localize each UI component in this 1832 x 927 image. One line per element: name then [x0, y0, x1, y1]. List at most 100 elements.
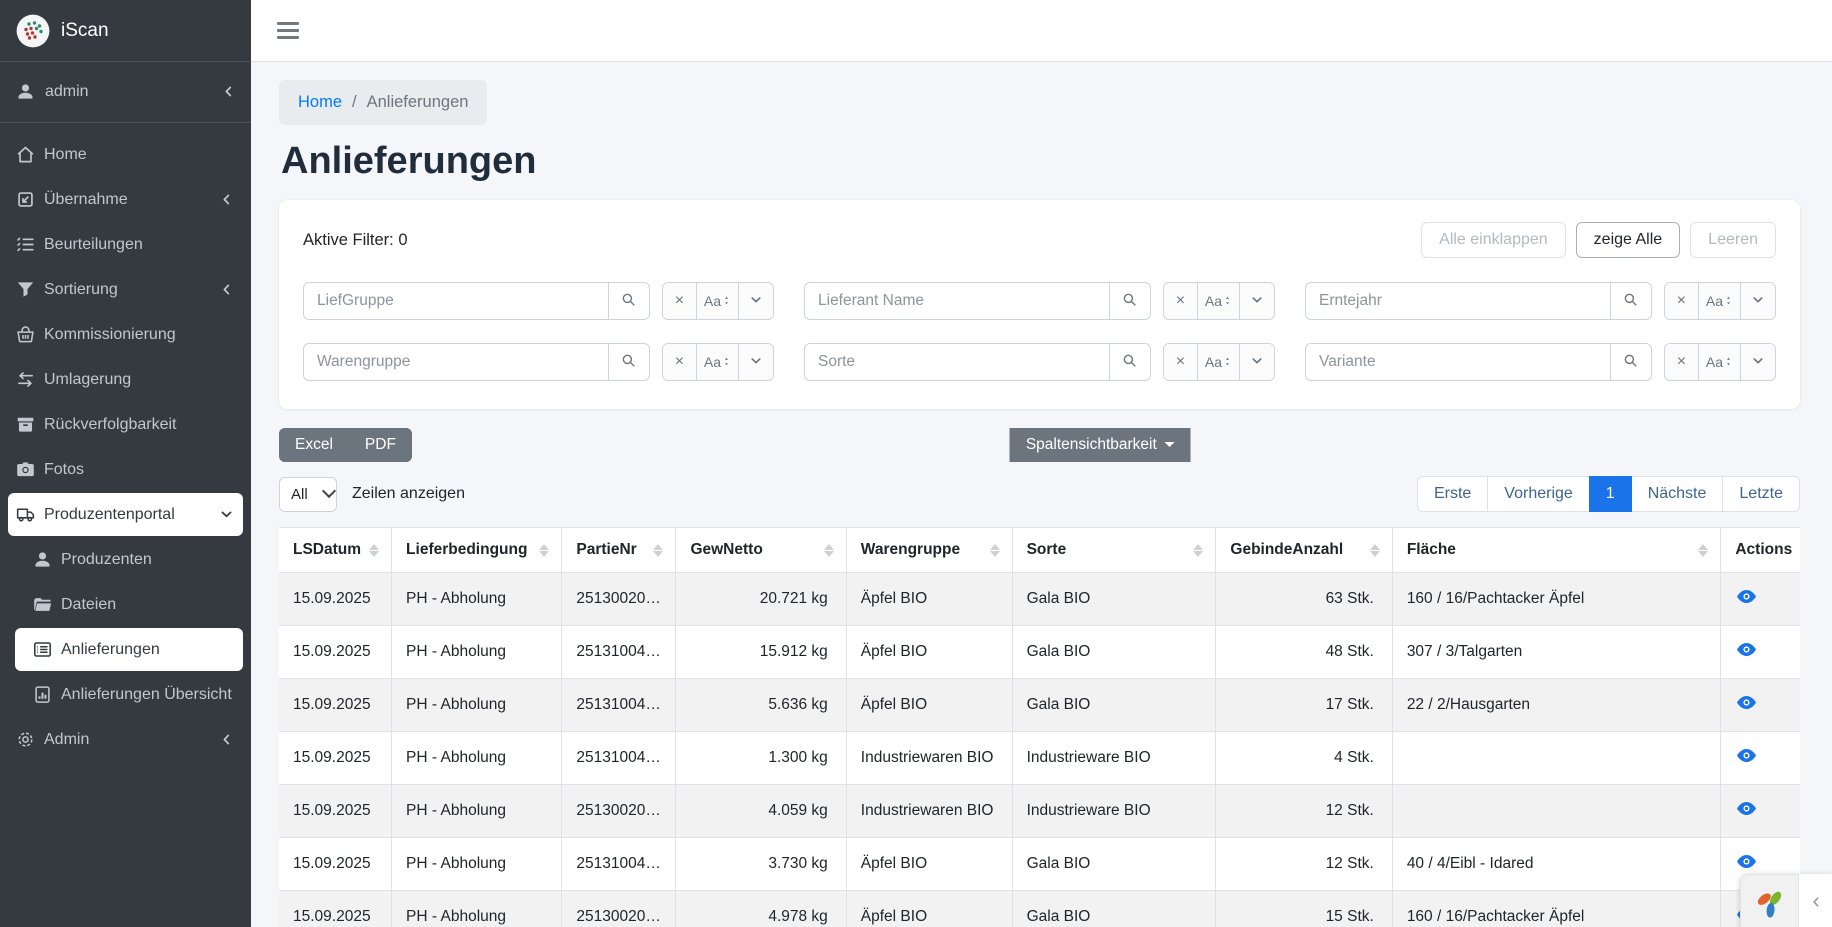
rows-per-page-select[interactable]: All: [279, 477, 337, 512]
filter-options-button[interactable]: [739, 283, 773, 319]
sorte-filter-input[interactable]: [804, 343, 1109, 381]
search-button[interactable]: [1109, 343, 1151, 381]
pagination-page-1-button[interactable]: 1: [1589, 476, 1632, 512]
search-button[interactable]: [1610, 282, 1652, 320]
show-all-button[interactable]: zeige Alle: [1576, 222, 1681, 258]
column-visibility-button[interactable]: Spaltensichtbarkeit: [1010, 428, 1191, 462]
pagination-next-button[interactable]: Nächste: [1631, 476, 1724, 512]
clear-filters-button[interactable]: Leeren: [1690, 222, 1776, 258]
match-case-button[interactable]: Aa: [1198, 283, 1240, 319]
brand[interactable]: iScan: [0, 0, 251, 62]
cell-sorte: Gala BIO: [1012, 626, 1216, 679]
sidebar-item-produzentenportal[interactable]: Produzentenportal: [8, 493, 243, 536]
sidebar-item-kommissionierung[interactable]: Kommissionierung: [8, 313, 243, 356]
lieferant-name-filter-input[interactable]: [804, 282, 1109, 320]
match-case-button[interactable]: Aa: [697, 344, 739, 380]
erntejahr-filter-input[interactable]: [1305, 282, 1610, 320]
sidebar-item-anlieferungen-uebersicht[interactable]: Anlieferungen Übersicht: [15, 673, 243, 716]
breadcrumb-home-link[interactable]: Home: [298, 93, 342, 112]
match-case-button[interactable]: Aa: [697, 283, 739, 319]
chevron-left-icon: [220, 733, 233, 746]
sidebar-item-admin[interactable]: Admin: [8, 718, 243, 761]
cell-actions: [1721, 785, 1800, 838]
filter-group-variante: ×Aa: [1305, 343, 1776, 381]
pagination-previous-button[interactable]: Vorherige: [1487, 476, 1590, 512]
column-header-sorte[interactable]: Sorte: [1012, 528, 1216, 573]
match-case-button[interactable]: Aa: [1699, 344, 1741, 380]
cell-actions: [1721, 626, 1800, 679]
search-button[interactable]: [608, 282, 650, 320]
widget-collapse-button[interactable]: [1799, 874, 1832, 927]
sidebar-item-beurteilungen[interactable]: Beurteilungen: [8, 223, 243, 266]
cell-lieferbedingung: PH - Abholung: [392, 838, 562, 891]
filter-options-button[interactable]: [1741, 283, 1775, 319]
cell-lieferbedingung: PH - Abholung: [392, 573, 562, 626]
view-row-button[interactable]: [1735, 799, 1758, 821]
sidebar-item-label: Übernahme: [44, 191, 128, 209]
sidebar-item-umlagerung[interactable]: Umlagerung: [8, 358, 243, 401]
folder-icon: [33, 595, 52, 614]
liefgruppe-filter-input[interactable]: [303, 282, 608, 320]
view-row-button[interactable]: [1735, 852, 1758, 874]
search-button[interactable]: [1610, 343, 1652, 381]
variante-filter-input[interactable]: [1305, 343, 1610, 381]
cell-sorte: Industrieware BIO: [1012, 732, 1216, 785]
sidebar-item-label: Rückverfolgbarkeit: [44, 416, 177, 434]
clear-filter-button[interactable]: ×: [663, 283, 697, 319]
transfer-arrows-icon: [16, 370, 35, 389]
filter-grid: ×Aa×Aa×Aa×Aa×Aa×Aa: [303, 282, 1776, 381]
column-header-gebindeanzahl[interactable]: GebindeAnzahl: [1216, 528, 1392, 573]
updown-icon: [1724, 354, 1733, 370]
match-case-button[interactable]: Aa: [1198, 344, 1240, 380]
sidebar-item-rueckverfolgbarkeit[interactable]: Rückverfolgbarkeit: [8, 403, 243, 446]
clear-filter-button[interactable]: ×: [1665, 344, 1699, 380]
archive-icon: [16, 415, 35, 434]
clear-filter-button[interactable]: ×: [1164, 283, 1198, 319]
cell-gewnetto: 5.636 kg: [676, 679, 846, 732]
collapse-all-button[interactable]: Alle einklappen: [1421, 222, 1566, 258]
column-header-lieferbedingung[interactable]: Lieferbedingung: [392, 528, 562, 573]
column-header-flaeche[interactable]: Fläche: [1392, 528, 1721, 573]
filter-options-button[interactable]: [1240, 344, 1274, 380]
view-row-button[interactable]: [1735, 693, 1758, 715]
eye-icon: [1737, 852, 1756, 874]
cell-gebindeanzahl: 63 Stk.: [1216, 573, 1392, 626]
sort-icon: [1185, 544, 1203, 557]
column-header-partienr[interactable]: PartieNr: [562, 528, 676, 573]
export-excel-button[interactable]: Excel: [279, 428, 349, 462]
sidebar-item-uebernahme[interactable]: Übernahme: [8, 178, 243, 221]
view-row-button[interactable]: [1735, 746, 1758, 768]
pagination-first-button[interactable]: Erste: [1417, 476, 1488, 512]
cell-flaeche: 160 / 16/Pachtacker Äpfel: [1392, 891, 1721, 927]
sidebar-item-dateien[interactable]: Dateien: [15, 583, 243, 626]
clear-filter-button[interactable]: ×: [1665, 283, 1699, 319]
sidebar: iScan admin Home Übernahme BeurteilungenSo…: [0, 0, 251, 927]
pagination-last-button[interactable]: Letzte: [1722, 476, 1800, 512]
warengruppe-filter-input[interactable]: [303, 343, 608, 381]
clear-filter-button[interactable]: ×: [1164, 344, 1198, 380]
sidebar-item-admin-user[interactable]: admin: [0, 62, 251, 123]
view-row-button[interactable]: [1735, 587, 1758, 609]
clear-filter-button[interactable]: ×: [663, 344, 697, 380]
match-case-button[interactable]: Aa: [1699, 283, 1741, 319]
filter-options-button[interactable]: [1741, 344, 1775, 380]
column-header-warengruppe[interactable]: Warengruppe: [846, 528, 1012, 573]
sidebar-item-sortierung[interactable]: Sortierung: [8, 268, 243, 311]
export-pdf-button[interactable]: PDF: [349, 428, 412, 462]
sidebar-item-anlieferungen[interactable]: Anlieferungen: [15, 628, 243, 671]
filter-group-sorte: ×Aa: [804, 343, 1275, 381]
sidebar-item-produzenten[interactable]: Produzenten: [15, 538, 243, 581]
chevron-down-icon: [750, 293, 762, 309]
search-button[interactable]: [608, 343, 650, 381]
search-button[interactable]: [1109, 282, 1151, 320]
sidebar-item-fotos[interactable]: Fotos: [8, 448, 243, 491]
filter-options-button[interactable]: [739, 344, 773, 380]
sidebar-item-home[interactable]: Home: [8, 133, 243, 176]
column-header-gewnetto[interactable]: GewNetto: [676, 528, 846, 573]
filter-options-button[interactable]: [1240, 283, 1274, 319]
petals-logo-icon[interactable]: [1740, 874, 1799, 927]
menu-icon[interactable]: [277, 22, 299, 39]
export-toolbar: Excel PDF Spaltensichtbarkeit: [279, 427, 1800, 462]
view-row-button[interactable]: [1735, 640, 1758, 662]
column-header-lsdatum[interactable]: LSDatum: [279, 528, 392, 573]
